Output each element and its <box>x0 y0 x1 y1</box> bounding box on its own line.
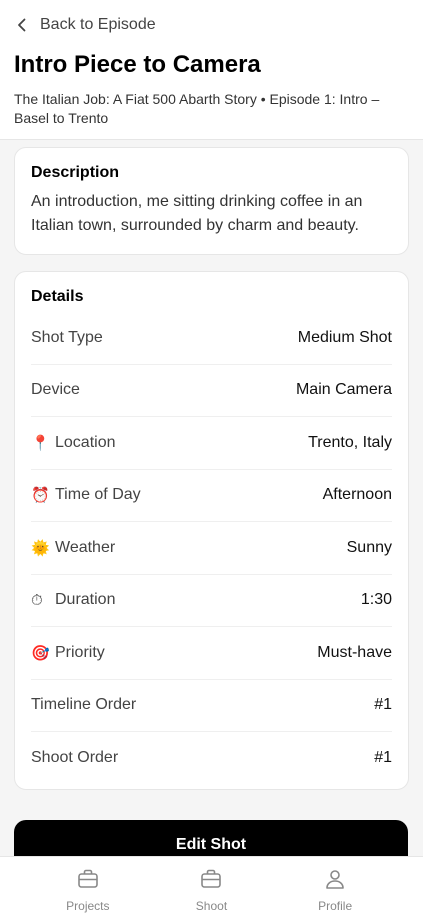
detail-label: Shoot Order <box>31 749 119 767</box>
detail-value: Afternoon <box>322 486 392 504</box>
page-header: Back to Episode Intro Piece to Camera Th… <box>0 0 423 140</box>
back-button[interactable]: Back to Episode <box>14 14 409 36</box>
details-heading: Details <box>31 288 84 305</box>
detail-value: Must-have <box>317 643 392 661</box>
detail-value: Trento, Italy <box>308 433 392 451</box>
chevron-left-icon <box>14 17 30 33</box>
description-card: Description An introduction, me sitting … <box>14 147 409 255</box>
detail-value: Main Camera <box>295 381 392 399</box>
detail-label: Priority <box>55 643 105 661</box>
tab-label: Profile <box>318 899 353 913</box>
detail-row-priority: 🎯 Priority Must-have <box>31 627 392 680</box>
tab-label: Shoot <box>195 899 228 913</box>
detail-label: Device <box>31 381 80 399</box>
person-icon <box>323 867 347 894</box>
detail-row-shoot-order: Shoot Order #1 <box>31 732 392 785</box>
page-subtitle: The Italian Job: A Fiat 500 Abarth Story… <box>14 91 380 127</box>
detail-row-weather: 🌞 Weather Sunny <box>31 522 392 575</box>
detail-value: #1 <box>374 749 392 767</box>
main-content: Description An introduction, me sitting … <box>0 140 423 790</box>
briefcase-icon <box>76 867 100 894</box>
detail-row-device: Device Main Camera <box>31 365 392 417</box>
stopwatch-icon: ⏱ <box>31 591 43 609</box>
tab-label: Projects <box>66 899 110 913</box>
detail-value: Medium Shot <box>297 328 392 346</box>
tab-shoot[interactable]: Shoot <box>171 867 251 913</box>
description-text: An introduction, me sitting drinking cof… <box>31 193 363 234</box>
page-title: Intro Piece to Camera <box>14 51 261 78</box>
detail-row-duration: ⏱ Duration 1:30 <box>31 575 392 627</box>
detail-value: Sunny <box>346 538 392 556</box>
pin-icon: 📍 <box>31 434 50 452</box>
detail-label: Timeline Order <box>31 696 137 714</box>
bottom-tab-bar: Projects Shoot Profile <box>0 856 423 920</box>
sun-icon: 🌞 <box>31 539 50 557</box>
detail-row-shot-type: Shot Type Medium Shot <box>31 312 392 365</box>
detail-label: Duration <box>55 591 116 609</box>
detail-label: Shot Type <box>31 328 103 346</box>
detail-row-time-of-day: ⏰ Time of Day Afternoon <box>31 470 392 522</box>
detail-row-timeline-order: Timeline Order #1 <box>31 680 392 732</box>
tab-projects[interactable]: Projects <box>48 867 128 913</box>
detail-row-location: 📍 Location Trento, Italy <box>31 417 392 470</box>
detail-label: Time of Day <box>55 486 141 504</box>
alarm-clock-icon: ⏰ <box>31 487 50 505</box>
back-label: Back to Episode <box>40 16 156 33</box>
detail-label: Weather <box>55 538 116 556</box>
tab-profile[interactable]: Profile <box>295 867 375 913</box>
detail-value: #1 <box>374 696 392 714</box>
description-heading: Description <box>31 164 120 181</box>
detail-value: 1:30 <box>360 591 392 609</box>
details-card: Details Shot Type Medium Shot Device Mai… <box>14 271 409 790</box>
detail-label: Location <box>55 433 116 451</box>
briefcase-icon <box>199 867 223 894</box>
target-icon: 🎯 <box>31 644 50 662</box>
